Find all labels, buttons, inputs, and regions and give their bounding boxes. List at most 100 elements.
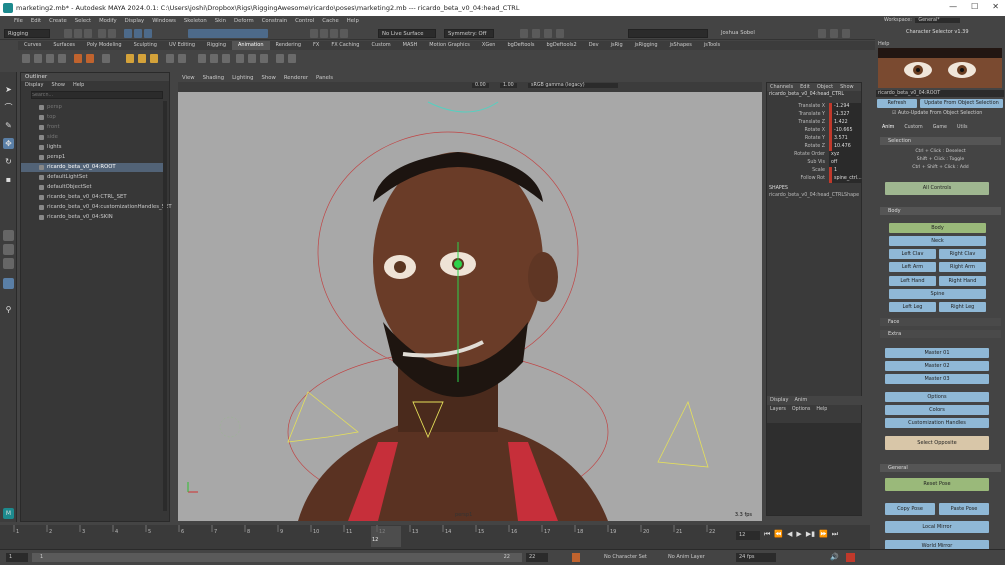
exposure-field[interactable]: 0.00 (472, 83, 489, 88)
shelf-brush-icon[interactable] (276, 54, 284, 63)
attr-rotate-z[interactable]: Rotate Z 10.476 (767, 143, 862, 151)
shelf-tab-surfaces[interactable]: Surfaces (47, 41, 81, 50)
select-hierarchy-icon[interactable] (124, 29, 132, 38)
left-leg-button[interactable]: Left Leg (889, 302, 936, 312)
move-tool-icon[interactable]: ✥ (3, 138, 14, 149)
shelf-bone-icon[interactable] (260, 54, 268, 63)
render-icon[interactable] (520, 29, 528, 38)
shelf-constraint-icon[interactable] (166, 54, 174, 63)
shelf-graph-icon[interactable] (34, 54, 42, 63)
live-surface-dropdown[interactable]: No Live Surface (378, 29, 436, 38)
outliner-item-object-set[interactable]: defaultObjectSet (21, 183, 163, 192)
close-icon[interactable]: ✕ (992, 2, 999, 11)
shelf-tab-uv[interactable]: UV Editing (163, 41, 201, 50)
current-frame-field[interactable]: 12 (736, 531, 760, 540)
attr-translate-x[interactable]: Translate X -1.294 (767, 103, 862, 111)
rotate-tool-icon[interactable]: ↻ (3, 156, 14, 167)
shelf-tab-custom[interactable]: Custom (365, 41, 396, 50)
menu-cache[interactable]: Cache (322, 18, 338, 24)
shelf-parent-icon[interactable] (178, 54, 186, 63)
play-icon[interactable]: ▶ (796, 530, 801, 539)
attr-translate-z[interactable]: Translate Z 1.422 (767, 119, 862, 127)
open-scene-icon[interactable] (74, 29, 82, 38)
tab-display[interactable]: Display (770, 396, 788, 405)
attr-rotate-order[interactable]: Rotate Order xyz (767, 151, 862, 159)
layout-single-icon[interactable] (3, 230, 14, 241)
shelf-tab-dev[interactable]: Dev (583, 41, 605, 50)
shelf-spline-icon[interactable] (236, 54, 244, 63)
extra-section-header[interactable]: Extra (880, 330, 1001, 338)
hypershade-icon[interactable] (556, 29, 564, 38)
right-arm-button[interactable]: Right Arm (939, 262, 986, 272)
selection-mask-icons[interactable] (188, 29, 268, 38)
search-icon[interactable]: ⚲ (3, 304, 14, 315)
shelf-key-rotate-icon[interactable] (150, 54, 158, 63)
shelf-tab-bgdeftools2[interactable]: bgDeftools2 (541, 41, 583, 50)
colors-button[interactable]: Colors (885, 405, 989, 415)
shelf-dope-icon[interactable] (46, 54, 54, 63)
layers-menu-layers[interactable]: Layers (770, 406, 786, 414)
layout-four-icon[interactable] (3, 244, 14, 255)
snap-grid-icon[interactable] (310, 29, 318, 38)
tab-selector-anim[interactable]: Anim (882, 125, 894, 133)
outliner-menu-help[interactable]: Help (73, 81, 84, 89)
workspace-dropdown[interactable]: General* (915, 18, 960, 23)
selector-help-menu[interactable]: Help (878, 41, 889, 47)
menu-skin[interactable]: Skin (215, 18, 226, 24)
range-slider[interactable]: 1 22 (32, 553, 522, 562)
layout-two-icon[interactable] (3, 258, 14, 269)
ch-menu-edit[interactable]: Edit (800, 83, 810, 91)
new-scene-icon[interactable] (64, 29, 72, 38)
master03-button[interactable]: Master 03 (885, 374, 989, 384)
menu-select[interactable]: Select (75, 18, 91, 24)
user-account[interactable]: Joshua Sobel (718, 29, 774, 38)
outliner-item-side[interactable]: side (21, 133, 163, 142)
outliner-item-handles-set[interactable]: ricardo_beta_v0_04:customizationHandles_… (21, 203, 172, 212)
auto-update-checkbox[interactable]: ☑ Auto-Update From Object Selection (892, 111, 982, 116)
menu-file[interactable]: File (14, 18, 23, 24)
undo-icon[interactable] (98, 29, 106, 38)
copy-pose-button[interactable]: Copy Pose (885, 503, 935, 515)
symmetry-dropdown[interactable]: Symmetry: Off (444, 29, 494, 38)
outliner-item-lights[interactable]: lights (21, 143, 163, 152)
shelf-pin-icon[interactable] (222, 54, 230, 63)
reset-pose-button[interactable]: Reset Pose (885, 478, 989, 491)
select-component-icon[interactable] (144, 29, 152, 38)
snap-view-icon[interactable] (340, 29, 348, 38)
render-settings-icon[interactable] (544, 29, 552, 38)
body-section-header[interactable]: Body (880, 207, 1001, 215)
next-key-icon[interactable]: ▶▮ (806, 530, 815, 539)
range-end-field[interactable]: 22 (526, 553, 548, 562)
shelf-tab-jsrigging[interactable]: jsRigging (629, 41, 664, 50)
options-button[interactable]: Options (885, 392, 989, 402)
shelf-tab-sculpting[interactable]: Sculpting (128, 41, 163, 50)
lasso-tool-icon[interactable]: ⌒ (3, 102, 14, 113)
step-back-icon[interactable]: ⏪ (774, 530, 783, 539)
go-end-icon[interactable]: ⏭ (832, 530, 838, 539)
auto-key-icon[interactable] (572, 553, 580, 562)
minimize-icon[interactable]: — (949, 2, 957, 11)
channel-box-icon[interactable] (842, 29, 850, 38)
shelf-tab-fx[interactable]: FX (307, 41, 325, 50)
outliner-item-ctrl-set[interactable]: ricardo_beta_v0_04:CTRL_SET (21, 193, 163, 202)
mel-icon[interactable]: M (3, 508, 14, 519)
face-section-header[interactable]: Face (880, 318, 1001, 326)
shelf-set-key-icon[interactable] (126, 54, 134, 63)
command-field[interactable] (628, 29, 708, 38)
menu-constrain[interactable]: Constrain (262, 18, 287, 24)
snap-point-icon[interactable] (330, 29, 338, 38)
snap-curve-icon[interactable] (320, 29, 328, 38)
paste-pose-button[interactable]: Paste Pose (939, 503, 989, 515)
shelf-loop-icon[interactable] (288, 54, 296, 63)
shelf-stretch-icon[interactable] (248, 54, 256, 63)
ch-menu-show[interactable]: Show (840, 83, 854, 91)
left-clav-button[interactable]: Left Clav (889, 249, 936, 259)
outliner-search-input[interactable] (31, 91, 163, 99)
attr-rotate-y[interactable]: Rotate Y 3.571 (767, 135, 862, 143)
vp-menu-show[interactable]: Show (262, 74, 276, 82)
save-scene-icon[interactable] (84, 29, 92, 38)
shelf-playblast-icon[interactable] (74, 54, 82, 63)
attr-translate-y[interactable]: Translate Y -1.327 (767, 111, 862, 119)
fps-dropdown[interactable]: 24 fps (736, 553, 776, 562)
shelf-tab-poly[interactable]: Poly Modeling (81, 41, 128, 50)
